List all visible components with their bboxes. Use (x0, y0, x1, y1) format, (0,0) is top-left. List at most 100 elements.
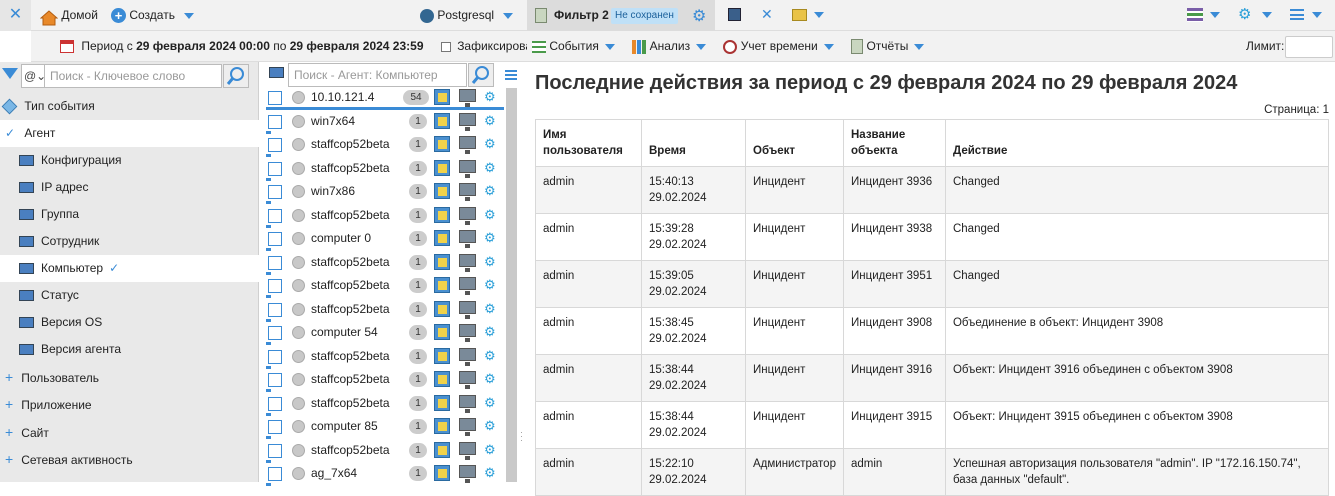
monitor-icon[interactable] (459, 159, 476, 178)
settings-icon[interactable]: ⚙ (484, 442, 496, 458)
time-menu[interactable]: Учет времени (723, 39, 837, 54)
events-menu[interactable]: События (532, 39, 618, 53)
settings-icon[interactable]: ⚙ (484, 395, 496, 411)
notebook-icon[interactable] (434, 418, 450, 434)
settings-icon[interactable]: ⚙ (484, 348, 496, 364)
list-item[interactable]: staffcop52beta 1 ⚙ (264, 134, 506, 157)
monitor-icon[interactable] (459, 371, 476, 389)
menu-icon[interactable] (1290, 9, 1304, 20)
keyword-search-input[interactable]: Поиск - Ключевое слово (44, 64, 222, 88)
row-checkbox[interactable] (268, 467, 282, 481)
settings-icon[interactable]: ⚙ (484, 207, 496, 223)
settings-icon[interactable]: ⚙ (484, 465, 496, 481)
list-item[interactable]: computer 85 1 ⚙ (264, 416, 506, 439)
row-checkbox[interactable] (268, 232, 282, 246)
sidebar-item-application[interactable]: + Приложение (0, 391, 259, 418)
list-item[interactable]: staffcop52beta 1 ⚙ (264, 369, 506, 392)
settings-icon[interactable]: ⚙ (484, 160, 496, 176)
row-checkbox[interactable] (268, 396, 282, 411)
gear-icon[interactable]: ⚙ (692, 6, 706, 26)
notebook-icon[interactable] (434, 324, 450, 340)
column-header[interactable]: Время (641, 119, 746, 167)
splitter-handle[interactable]: · · · (520, 428, 523, 445)
sidebar-item-ip[interactable]: IP адрес (0, 174, 259, 201)
list-item[interactable]: staffcop52beta 1 ⚙ (264, 205, 506, 228)
sidebar-item-group[interactable]: Группа (0, 201, 259, 228)
folder-icon[interactable] (792, 9, 807, 21)
column-header[interactable]: Имя пользователя (535, 119, 642, 167)
list-item[interactable]: win7x64 1 ⚙ (264, 111, 506, 134)
monitor-icon[interactable] (459, 230, 476, 248)
create-button[interactable]: + Создать (111, 0, 195, 31)
row-checkbox[interactable] (268, 302, 282, 317)
list-item[interactable]: staffcop52beta 1 ⚙ (264, 346, 506, 369)
row-checkbox[interactable] (268, 279, 282, 293)
sidebar-item-agent-version[interactable]: Версия агента (0, 336, 259, 363)
list-item[interactable]: win7x86 1 ⚙ (264, 181, 506, 204)
table-row[interactable]: admin 15:40:13 29.02.2024 Инцидент Инцидент … (535, 166, 1330, 214)
list-item[interactable]: staffcop52beta 1 ⚙ (264, 275, 506, 298)
list-item[interactable]: computer 0 1 ⚙ (264, 228, 506, 251)
period-from[interactable]: 29 февраля 2024 00:00 (136, 39, 270, 53)
row-checkbox[interactable] (268, 161, 282, 176)
row-checkbox[interactable] (268, 373, 282, 387)
list-item[interactable]: computer 54 1 ⚙ (264, 322, 506, 345)
sidebar-item-employee[interactable]: Сотрудник (0, 228, 259, 255)
settings-icon[interactable]: ⚙ (1238, 5, 1251, 23)
row-checkbox[interactable] (268, 420, 282, 434)
monitor-icon[interactable] (459, 394, 476, 413)
chevron-down-icon[interactable] (1262, 12, 1272, 18)
notebook-icon[interactable] (434, 112, 450, 129)
row-checkbox[interactable] (268, 185, 282, 199)
row-checkbox[interactable] (268, 91, 282, 105)
limit-input[interactable] (1285, 36, 1333, 58)
table-row[interactable]: admin 15:38:44 29.02.2024 Инцидент Инцидент … (535, 401, 1330, 449)
notebook-icon[interactable] (434, 183, 450, 199)
close-tab-icon[interactable]: ✕ (761, 6, 773, 23)
list-item[interactable]: staffcop52beta 1 ⚙ (264, 299, 506, 322)
row-checkbox[interactable] (268, 208, 282, 223)
table-row[interactable]: admin 15:39:05 29.02.2024 Инцидент Инцидент … (535, 260, 1330, 308)
scrollbar[interactable] (506, 88, 517, 482)
monitor-icon[interactable] (459, 112, 476, 131)
sidebar-item-user[interactable]: + Пользователь (0, 364, 259, 391)
sidebar-item-event-type[interactable]: Тип события (0, 93, 259, 120)
row-checkbox[interactable] (268, 326, 282, 340)
search-button[interactable] (223, 64, 249, 88)
table-row[interactable]: admin 15:39:28 29.02.2024 Инцидент Инцидент … (535, 213, 1330, 261)
monitor-icon[interactable] (459, 136, 476, 154)
settings-icon[interactable]: ⚙ (484, 418, 496, 434)
column-header[interactable]: Объект (745, 119, 844, 167)
row-checkbox[interactable] (268, 138, 282, 152)
analysis-menu[interactable]: Анализ (632, 39, 709, 54)
monitor-icon[interactable] (459, 441, 476, 460)
sidebar-item-config[interactable]: Конфигурация (0, 147, 259, 174)
agent-search-button[interactable] (468, 63, 494, 87)
tab-filter-2[interactable]: Фильтр 2 Не сохранен ⚙ (527, 0, 715, 31)
row-checkbox[interactable] (268, 114, 282, 129)
monitor-icon[interactable] (459, 277, 476, 295)
at-selector[interactable]: @⌄ (21, 64, 46, 88)
agent-search-input[interactable]: Поиск - Агент: Компьютер (288, 63, 467, 87)
settings-icon[interactable]: ⚙ (484, 230, 496, 246)
monitor-icon[interactable] (459, 324, 476, 342)
monitor-icon[interactable] (459, 183, 476, 201)
period-to[interactable]: 29 февраля 2024 23:59 (290, 39, 424, 53)
database-selector[interactable]: Postgresql (420, 0, 514, 31)
layout-icon[interactable] (1187, 8, 1203, 22)
settings-icon[interactable]: ⚙ (484, 254, 496, 270)
notebook-icon[interactable] (434, 347, 450, 364)
sidebar-item-network[interactable]: + Сетевая активность (0, 446, 259, 473)
chevron-down-icon[interactable] (814, 12, 824, 18)
notebook-icon[interactable] (434, 394, 450, 411)
table-row[interactable]: admin 15:22:10 29.02.2024 Администратор admi… (535, 448, 1330, 496)
row-checkbox[interactable] (268, 349, 282, 364)
monitor-icon[interactable] (459, 89, 476, 107)
settings-icon[interactable]: ⚙ (484, 277, 496, 293)
list-item[interactable]: staffcop52beta 1 ⚙ (264, 440, 506, 463)
filter-icon[interactable] (2, 68, 18, 79)
notebook-icon[interactable] (434, 277, 450, 293)
list-item[interactable]: staffcop52beta 1 ⚙ (264, 252, 506, 275)
save-icon[interactable] (728, 8, 741, 21)
monitor-icon[interactable] (459, 253, 476, 272)
